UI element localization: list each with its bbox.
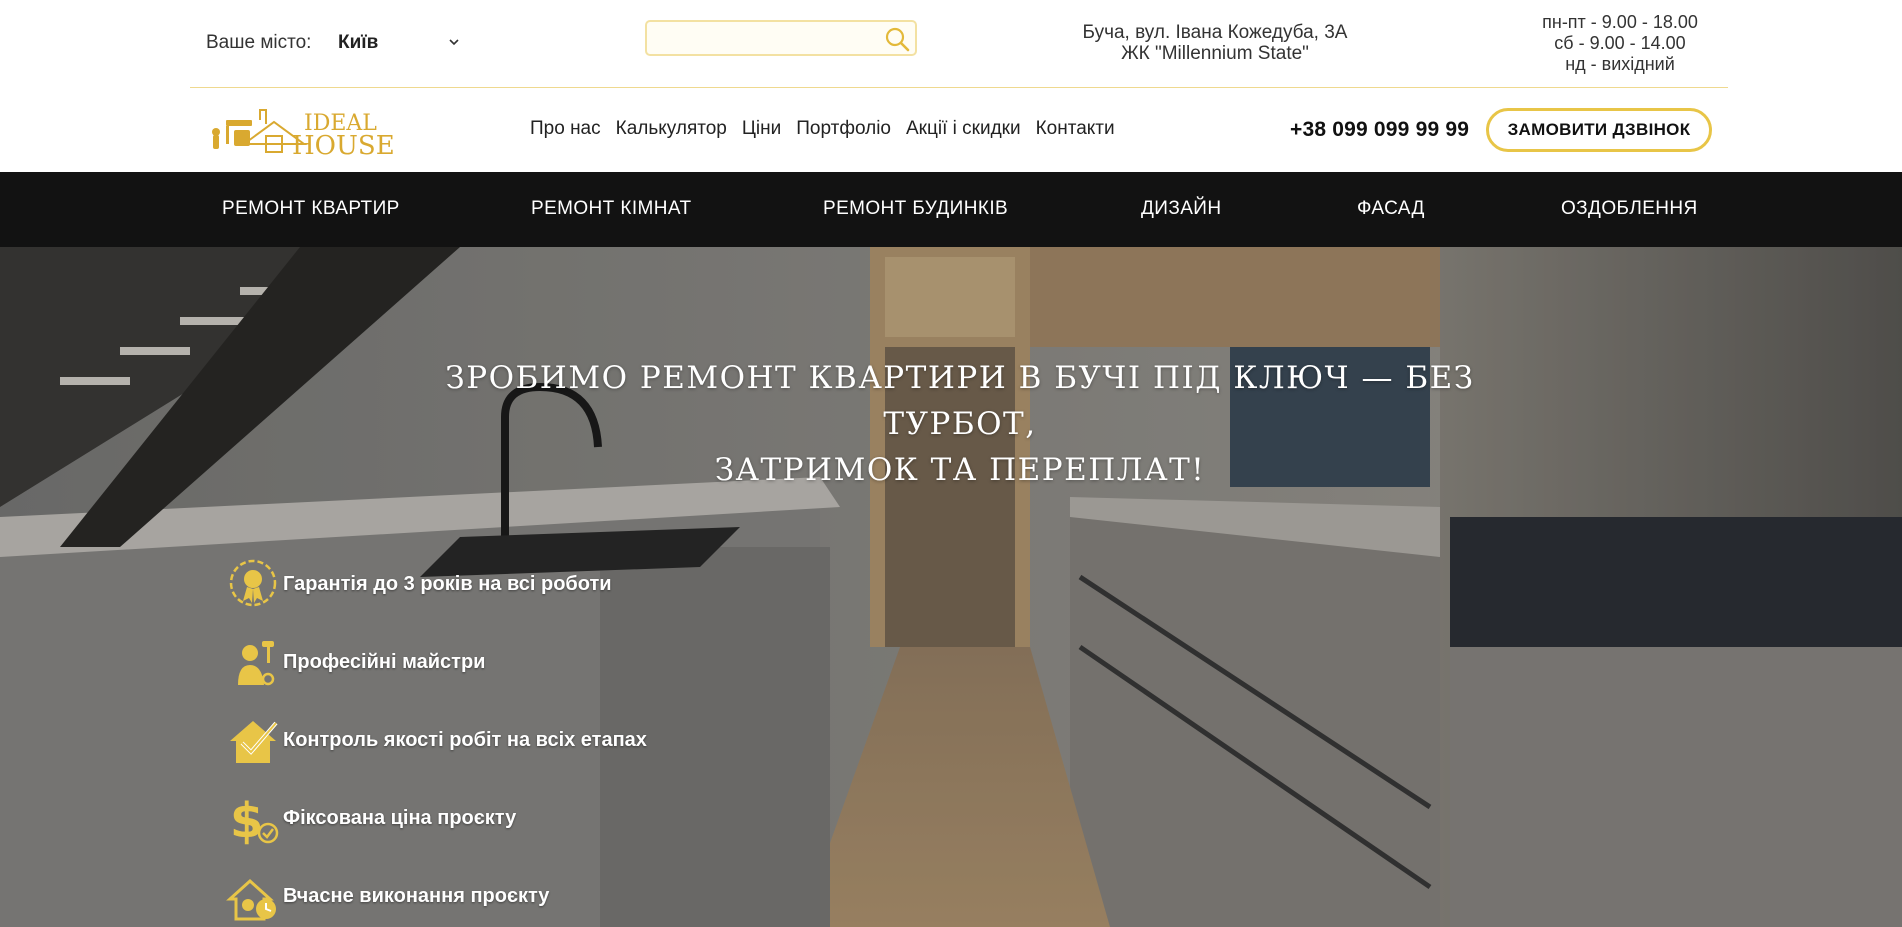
- medal-icon: [229, 559, 277, 607]
- menu-item-prices[interactable]: Ціни: [742, 118, 781, 140]
- header-nav-row: IDEAL HOUSE Про нас Калькулятор Ціни Пор…: [190, 88, 1728, 172]
- category-apartment-repair[interactable]: РЕМОНТ КВАРТИР: [222, 198, 400, 220]
- feature-text: Фіксована ціна проєкту: [283, 807, 517, 829]
- svg-text:$: $: [230, 793, 263, 847]
- menu-item-calculator[interactable]: Калькулятор: [616, 118, 727, 140]
- hours-saturday: сб - 9.00 - 14.00: [1554, 33, 1686, 53]
- site-header: Ваше місто: Київ Буча, вул. Івана Кожеду…: [0, 0, 1902, 172]
- office-address: Буча, вул. Івана Кожедуба, 3А ЖК "Millen…: [1070, 22, 1360, 64]
- header-top-row: Ваше місто: Київ Буча, вул. Івана Кожеду…: [190, 0, 1728, 88]
- menu-item-contacts[interactable]: Контакти: [1036, 118, 1115, 140]
- category-bar: РЕМОНТ КВАРТИР РЕМОНТ КІМНАТ РЕМОНТ БУДИ…: [0, 172, 1902, 247]
- address-complex: ЖК "Millennium State": [1121, 43, 1309, 64]
- hero-title: ЗРОБИМО РЕМОНТ КВАРТИРИ В БУЧІ ПІД КЛЮЧ …: [380, 355, 1540, 493]
- hero-title-line2: ЗАТРИМОК ТА ПЕРЕПЛАТ!: [714, 452, 1206, 488]
- menu-item-portfolio[interactable]: Портфоліо: [796, 118, 891, 140]
- feature-text: Контроль якості робіт на всіх етапах: [283, 729, 647, 751]
- order-call-button[interactable]: ЗАМОВИТИ ДЗВІНОК: [1486, 108, 1712, 152]
- search-icon[interactable]: [883, 25, 911, 53]
- search-input[interactable]: [653, 26, 877, 52]
- logo-text-house: HOUSE: [292, 131, 394, 160]
- house-check-icon: [230, 721, 278, 763]
- feature-item: Контроль якості робіт на всіх етапах: [226, 713, 786, 769]
- address-line: Буча, вул. Івана Кожедуба, 3А: [1082, 22, 1348, 43]
- phone-number[interactable]: +38 099 099 99 99: [1290, 118, 1469, 142]
- menu-item-promotions[interactable]: Акції і скидки: [906, 118, 1021, 140]
- category-finishing[interactable]: ОЗДОБЛЕННЯ: [1561, 198, 1698, 220]
- feature-text: Професійні майстри: [283, 651, 486, 673]
- category-room-repair[interactable]: РЕМОНТ КІМНАТ: [531, 198, 691, 220]
- search-box: [645, 20, 917, 56]
- city-select[interactable]: Київ: [338, 30, 478, 56]
- hero-title-line1: ЗРОБИМО РЕМОНТ КВАРТИРИ В БУЧІ ПІД КЛЮЧ …: [445, 360, 1475, 442]
- city-label: Ваше місто:: [206, 32, 312, 53]
- dollar-check-icon: $: [230, 793, 279, 847]
- house-clock-icon: [226, 878, 276, 921]
- logo[interactable]: IDEAL HOUSE: [204, 100, 394, 160]
- hours-weekdays: пн-пт - 9.00 - 18.00: [1542, 12, 1698, 32]
- feature-item: Гарантія до 3 років на всі роботи: [226, 557, 786, 613]
- city-value: Київ: [338, 32, 379, 53]
- main-menu: Про нас Калькулятор Ціни Портфоліо Акції…: [530, 118, 1130, 140]
- working-hours: пн-пт - 9.00 - 18.00 сб - 9.00 - 14.00 н…: [1520, 12, 1720, 75]
- category-house-repair[interactable]: РЕМОНТ БУДИНКІВ: [823, 198, 1008, 220]
- feature-item: Вчасне виконання проєкту: [226, 869, 786, 925]
- hero-section: ЗРОБИМО РЕМОНТ КВАРТИРИ В БУЧІ ПІД КЛЮЧ …: [0, 247, 1902, 927]
- feature-text: Вчасне виконання проєкту: [283, 885, 550, 907]
- feature-item: Професійні майстри: [226, 635, 786, 691]
- category-design[interactable]: ДИЗАЙН: [1141, 198, 1221, 220]
- feature-text: Гарантія до 3 років на всі роботи: [283, 573, 612, 595]
- worker-icon: [238, 641, 275, 686]
- chevron-down-icon: [449, 39, 459, 46]
- category-facade[interactable]: ФАСАД: [1357, 198, 1425, 220]
- feature-item: $ Фіксована ціна проєкту: [226, 791, 786, 847]
- menu-item-about[interactable]: Про нас: [530, 118, 601, 140]
- hours-sunday: нд - вихідний: [1565, 54, 1675, 74]
